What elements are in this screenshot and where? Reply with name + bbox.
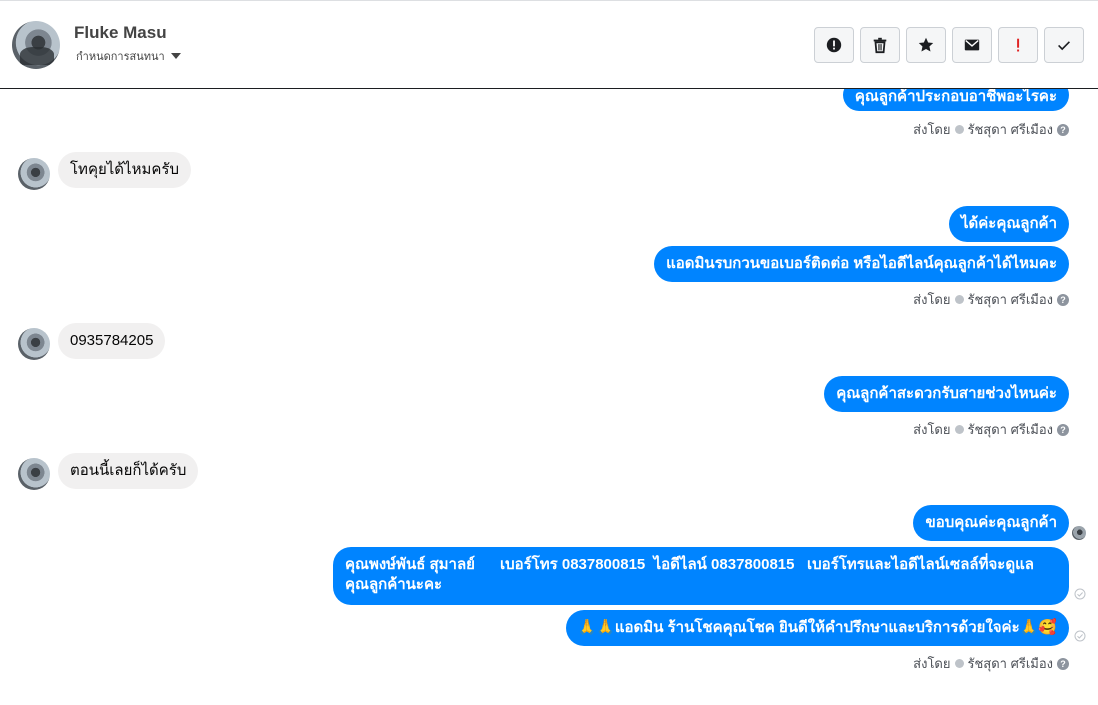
message-outgoing[interactable]: คุณลูกค้าสะดวกรับสายช่วงไหนค่ะ: [824, 376, 1069, 412]
sent-by-agent: รัชสุดา ศรีเมือง: [967, 122, 1054, 137]
envelope-icon: [964, 39, 980, 51]
agent-dot-icon: [954, 425, 964, 434]
contact-avatar-small: [18, 458, 50, 490]
delivered-check-icon: [1074, 588, 1086, 600]
help-icon[interactable]: ?: [1057, 423, 1069, 436]
help-icon[interactable]: ?: [1057, 293, 1069, 306]
conversation-actions: [814, 27, 1084, 63]
message-outgoing[interactable]: ขอบคุณค่ะคุณลูกค้า: [913, 505, 1069, 541]
important-button[interactable]: [998, 27, 1038, 63]
sent-by-prefix: ส่งโดย: [913, 422, 951, 437]
message-thread[interactable]: คุณลูกค้าประกอบอาชีพอะไรคะ ส่งโดย รัชสุด…: [0, 89, 1098, 705]
message-incoming[interactable]: 0935784205: [58, 323, 166, 359]
message-incoming[interactable]: โทคุยได้ไหมครับ: [58, 152, 191, 188]
sent-by-prefix: ส่งโดย: [913, 122, 951, 137]
caret-down-icon: [170, 53, 181, 59]
sent-by-prefix: ส่งโดย: [913, 292, 951, 307]
help-icon[interactable]: ?: [1057, 123, 1069, 136]
message-outgoing[interactable]: แอดมินรบกวนขอเบอร์ติดต่อ หรือไอดีไลน์คุณ…: [654, 246, 1069, 282]
message-line: คุณพงษ์พันธ์ สุมาลย์ เบอร์โทร 0837800815…: [345, 556, 1034, 573]
star-icon: [918, 37, 934, 52]
contact-name[interactable]: Fluke Masu: [74, 23, 167, 43]
sent-by-line: ส่งโดย รัชสุดา ศรีเมือง ?: [913, 653, 1069, 674]
agent-dot-icon: [954, 295, 964, 304]
agent-dot-icon: [954, 125, 964, 134]
delete-button[interactable]: [860, 27, 900, 63]
sent-by-agent: รัชสุดา ศรีเมือง: [967, 422, 1054, 437]
check-icon: [1058, 41, 1070, 51]
seen-avatar: [1072, 526, 1086, 540]
message-outgoing[interactable]: 🙏🙏แอดมิน ร้านโชคคุณโชค ยินดีให้คำปรึกษาแ…: [565, 610, 1069, 646]
sent-by-line: ส่งโดย รัชสุดา ศรีเมือง ?: [913, 289, 1069, 310]
agent-dot-icon: [954, 659, 964, 668]
sent-by-line: ส่งโดย รัชสุดา ศรีเมือง ?: [913, 419, 1069, 440]
message-outgoing[interactable]: ได้ค่ะคุณลูกค้า: [948, 206, 1069, 242]
message-line: คุณลูกค้านะคะ: [345, 576, 443, 593]
message-outgoing-multiline[interactable]: คุณพงษ์พันธ์ สุมาลย์ เบอร์โทร 0837800815…: [333, 547, 1069, 605]
sent-by-agent: รัชสุดา ศรีเมือง: [967, 656, 1054, 671]
conversation-header: Fluke Masu กำหนดการสนทนา: [0, 0, 1098, 89]
conversation-settings-label: กำหนดการสนทนา: [76, 50, 165, 63]
sent-by-prefix: ส่งโดย: [913, 656, 951, 671]
trash-icon: [873, 37, 887, 54]
alert-circle-icon: [826, 37, 842, 53]
mark-unread-button[interactable]: [952, 27, 992, 63]
delivered-check-icon: [1074, 630, 1086, 642]
message-incoming[interactable]: ตอนนี้เลยก็ได้ครับ: [58, 453, 199, 489]
contact-avatar[interactable]: [12, 21, 60, 69]
exclamation-icon: [1017, 38, 1020, 52]
star-button[interactable]: [906, 27, 946, 63]
done-button[interactable]: [1044, 27, 1084, 63]
message-outgoing[interactable]: คุณลูกค้าประกอบอาชีพอะไรคะ: [842, 89, 1069, 111]
contact-avatar-small: [18, 158, 50, 190]
help-icon[interactable]: ?: [1057, 657, 1069, 670]
contact-avatar-small: [18, 328, 50, 360]
sent-by-agent: รัชสุดา ศรีเมือง: [967, 292, 1054, 307]
conversation-settings-dropdown[interactable]: กำหนดการสนทนา: [76, 47, 181, 65]
spam-button[interactable]: [814, 27, 854, 63]
sent-by-line: ส่งโดย รัชสุดา ศรีเมือง ?: [913, 119, 1069, 140]
